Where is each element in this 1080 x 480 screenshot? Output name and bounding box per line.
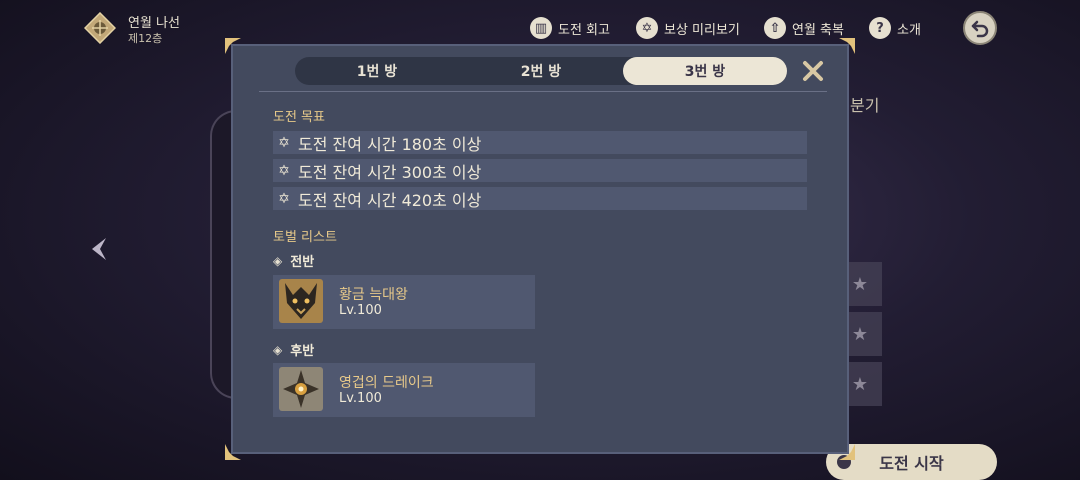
star-icon: ✡: [278, 162, 290, 179]
star-icon: ✡: [278, 134, 290, 151]
divider: [259, 91, 827, 92]
book-icon: ▥: [530, 17, 552, 39]
enemy-list-title: 토벌 리스트: [273, 230, 337, 245]
corner-ornament-icon: [225, 38, 241, 54]
goal-row: ✡ 도전 잔여 시간 180초 이상: [273, 131, 807, 154]
goal-text: 도전 잔여 시간 420초 이상: [298, 190, 482, 210]
goal-text: 도전 잔여 시간 180초 이상: [298, 134, 482, 154]
tab-chamber-2[interactable]: 2번 방: [459, 57, 623, 85]
drake-portrait-icon: [279, 367, 323, 411]
back-button[interactable]: [963, 11, 997, 45]
nav-reward-preview[interactable]: ✡ 보상 미리보기: [636, 15, 740, 41]
goal-text: 도전 잔여 시간 300초 이상: [298, 162, 482, 182]
goals-title: 도전 목표: [273, 110, 325, 125]
floor-name: 연월 나선: [128, 16, 180, 31]
boss-name: 황금 늑대왕: [339, 287, 408, 303]
wolf-portrait-icon: [279, 279, 323, 323]
star-icon: ✡: [278, 190, 290, 207]
nav-label: 도전 회고: [558, 22, 610, 38]
close-icon[interactable]: [801, 59, 825, 83]
second-half-label: ◈ 후반: [273, 340, 315, 360]
back-arrow-icon: [971, 20, 989, 38]
half-label-text: 전반: [290, 255, 315, 270]
tab-chamber-3[interactable]: 3번 방: [623, 57, 787, 85]
goal-row: ✡ 도전 잔여 시간 300초 이상: [273, 159, 807, 182]
boss-card[interactable]: 영겁의 드레이크 Lv.100: [273, 363, 535, 417]
tab-chamber-1[interactable]: 1번 방: [295, 57, 459, 85]
first-half-label: ◈ 전반: [273, 251, 315, 271]
question-icon: ?: [869, 17, 891, 39]
diamond-icon: ◈: [273, 342, 283, 357]
boss-card[interactable]: 황금 늑대왕 Lv.100: [273, 275, 535, 329]
start-challenge-label: 도전 시작: [879, 454, 944, 473]
abyss-emblem-icon: [84, 12, 116, 44]
corner-ornament-icon: [839, 444, 855, 460]
nav-label: 소개: [897, 22, 921, 38]
diamond-icon: ◈: [273, 253, 283, 268]
nav-introduction[interactable]: ? 소개: [869, 15, 921, 41]
corner-ornament-icon: [839, 38, 855, 54]
nav-challenge-review[interactable]: ▥ 도전 회고: [530, 15, 610, 41]
half-label-text: 후반: [290, 344, 315, 359]
boss-level: Lv.100: [339, 303, 382, 318]
boss-level: Lv.100: [339, 391, 382, 406]
goal-row: ✡ 도전 잔여 시간 420초 이상: [273, 187, 807, 210]
previous-arrow-icon[interactable]: [86, 236, 110, 262]
floor-number: 제12층: [128, 32, 163, 45]
chamber-tabs: 1번 방 2번 방 3번 방: [295, 57, 787, 85]
star-badge-icon: ✡: [636, 17, 658, 39]
chamber-detail-dialog: 1번 방 2번 방 3번 방 도전 목표 ✡ 도전 잔여 시간 180초 이상 …: [225, 38, 855, 460]
boss-name: 영겁의 드레이크: [339, 375, 434, 391]
side-label: 분기: [850, 96, 880, 115]
upload-icon: ⇧: [764, 17, 786, 39]
corner-ornament-icon: [225, 444, 241, 460]
nav-label: 보상 미리보기: [664, 22, 740, 38]
nav-label: 연월 축복: [792, 22, 844, 38]
nav-blessing[interactable]: ⇧ 연월 축복: [764, 15, 844, 41]
